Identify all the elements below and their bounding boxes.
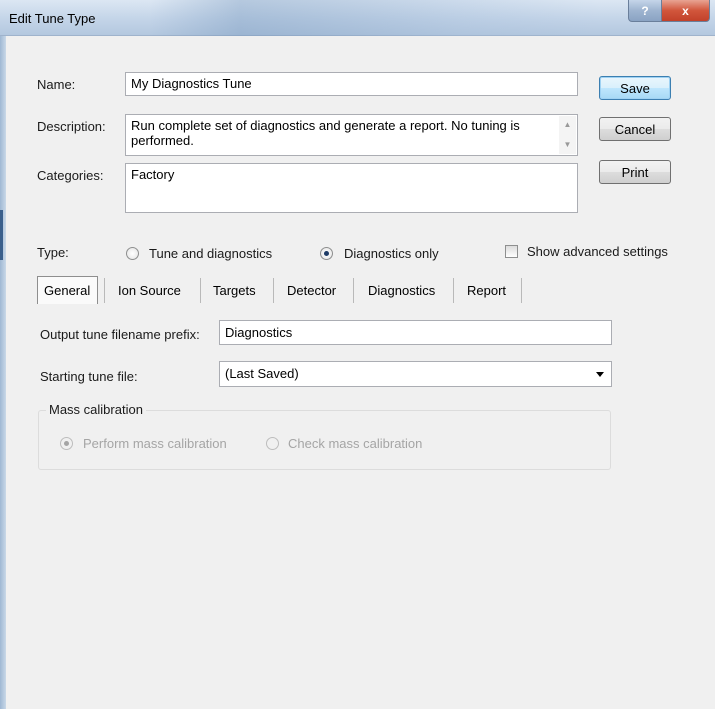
mass-calibration-title: Mass calibration — [46, 402, 146, 417]
help-button[interactable]: ? — [628, 0, 662, 22]
title-bar[interactable]: Edit Tune Type ? x — [0, 0, 715, 36]
window-border-accent — [0, 210, 3, 260]
show-advanced-label[interactable]: Show advanced settings — [527, 244, 668, 259]
show-advanced-checkbox[interactable] — [505, 245, 518, 258]
starting-tune-label: Starting tune file: — [40, 369, 138, 384]
window-border — [0, 36, 6, 709]
tab-report[interactable]: Report — [461, 276, 512, 304]
tab-separator — [104, 278, 105, 303]
type-label: Type: — [37, 245, 69, 260]
output-prefix-input[interactable]: Diagnostics — [219, 320, 612, 345]
starting-tune-value: (Last Saved) — [225, 366, 299, 381]
name-input[interactable]: My Diagnostics Tune — [125, 72, 578, 96]
tab-separator — [453, 278, 454, 303]
radio-check-mass-calibration-label: Check mass calibration — [288, 436, 423, 451]
radio-tune-and-diagnostics-label[interactable]: Tune and diagnostics — [149, 246, 272, 261]
tab-separator — [521, 278, 522, 303]
categories-label: Categories: — [37, 168, 104, 183]
tab-separator — [353, 278, 354, 303]
radio-perform-mass-calibration-label: Perform mass calibration — [83, 436, 227, 451]
print-button[interactable]: Print — [599, 160, 671, 184]
close-icon: x — [682, 3, 689, 18]
radio-diagnostics-only-label[interactable]: Diagnostics only — [344, 246, 439, 261]
tab-separator — [200, 278, 201, 303]
window-title: Edit Tune Type — [9, 11, 96, 26]
description-input[interactable]: Run complete set of diagnostics and gene… — [125, 114, 578, 156]
scroll-down-icon[interactable]: ▼ — [559, 138, 576, 152]
tab-diagnostics[interactable]: Diagnostics — [362, 276, 441, 304]
tab-general[interactable]: General — [37, 276, 98, 304]
description-scrollbar[interactable]: ▲ ▼ — [559, 116, 576, 154]
title-bar-background — [150, 0, 600, 36]
chevron-down-icon[interactable] — [596, 372, 604, 377]
tab-targets[interactable]: Targets — [207, 276, 262, 304]
radio-tune-and-diagnostics[interactable] — [126, 247, 139, 260]
radio-perform-mass-calibration — [60, 437, 73, 450]
close-button[interactable]: x — [661, 0, 710, 22]
radio-diagnostics-only[interactable] — [320, 247, 333, 260]
description-label: Description: — [37, 119, 106, 134]
cancel-button[interactable]: Cancel — [599, 117, 671, 141]
scroll-up-icon[interactable]: ▲ — [559, 118, 576, 132]
tab-ion-source[interactable]: Ion Source — [112, 276, 187, 304]
name-label: Name: — [37, 77, 76, 92]
tab-detector[interactable]: Detector — [281, 276, 342, 304]
description-text: Run complete set of diagnostics and gene… — [131, 118, 520, 148]
radio-check-mass-calibration — [266, 437, 279, 450]
save-button[interactable]: Save — [599, 76, 671, 100]
categories-input[interactable]: Factory — [125, 163, 578, 213]
edit-tune-type-dialog: Edit Tune Type ? x Name: My Diagnostics … — [0, 0, 715, 709]
starting-tune-dropdown[interactable]: (Last Saved) — [219, 361, 612, 387]
output-prefix-label: Output tune filename prefix: — [40, 327, 200, 342]
tab-separator — [273, 278, 274, 303]
help-icon: ? — [641, 3, 649, 18]
